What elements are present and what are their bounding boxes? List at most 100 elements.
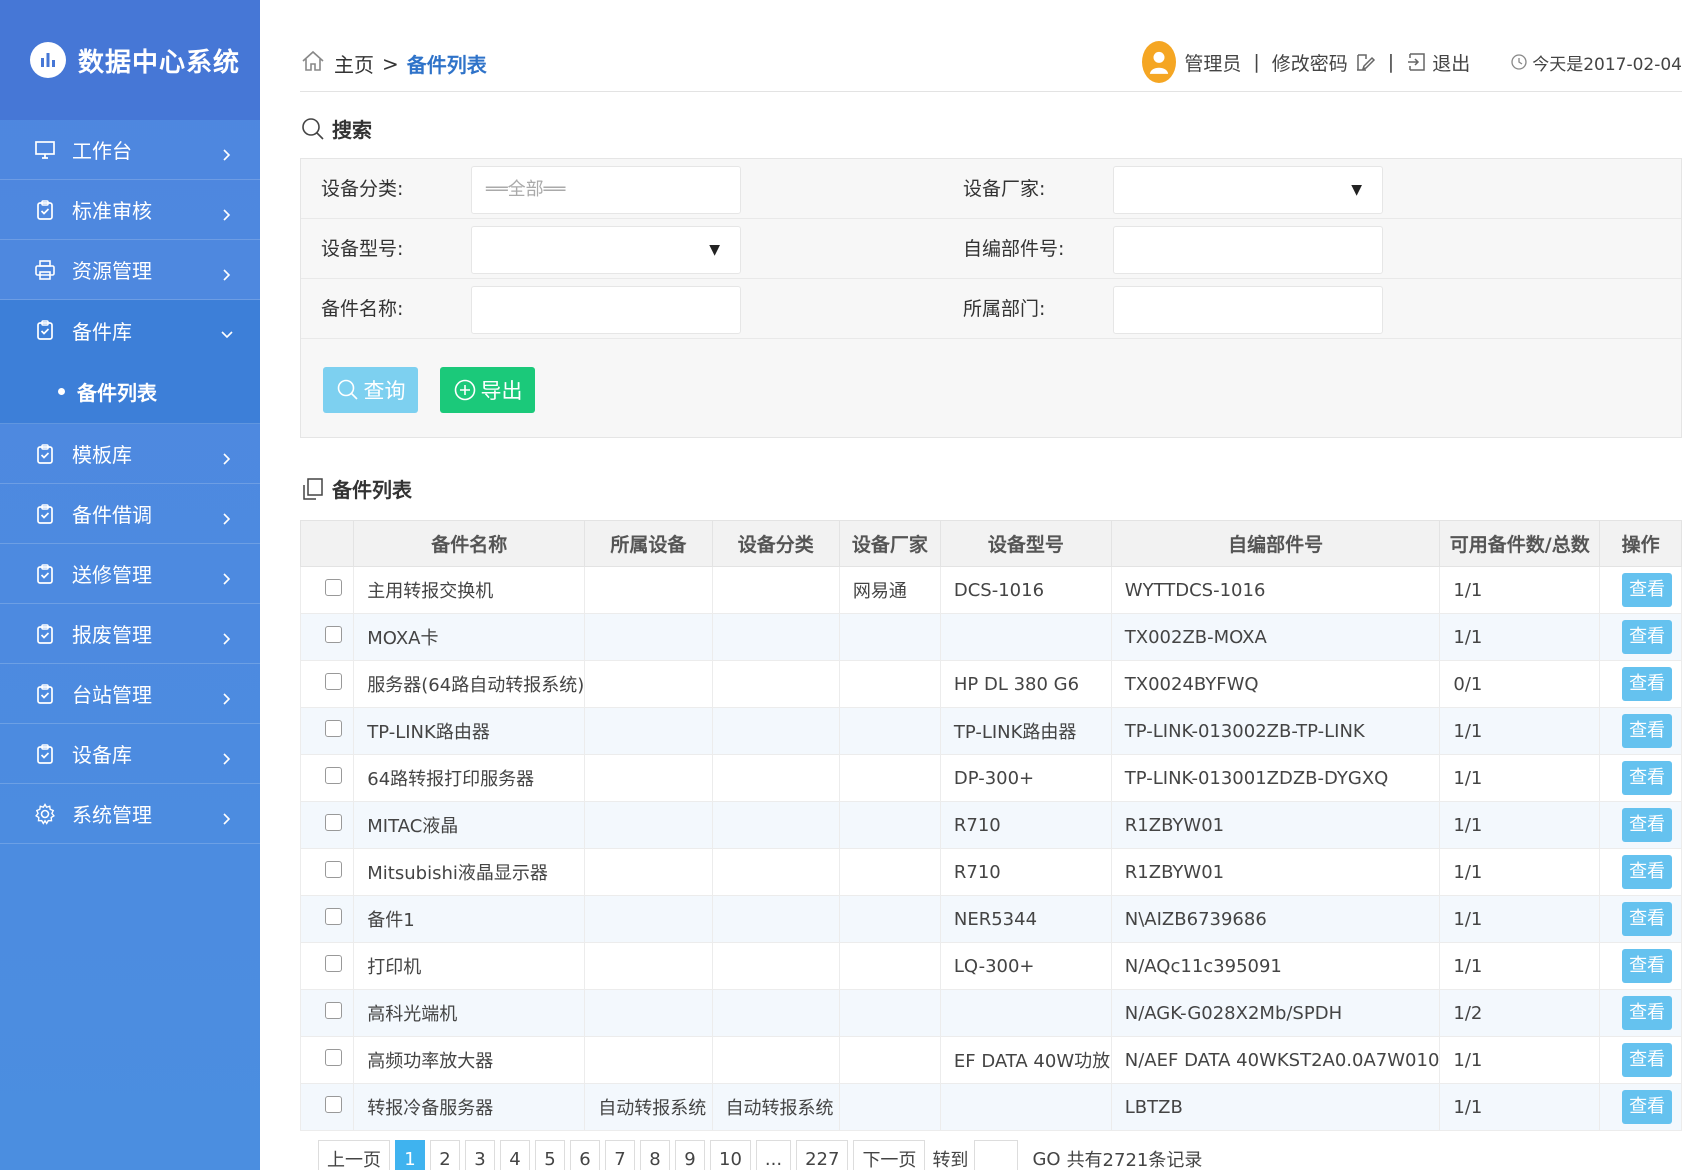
brand: 数据中心系统 — [0, 0, 260, 120]
category-input[interactable]: ══全部══ — [471, 166, 741, 214]
breadcrumb-home[interactable]: 主页 — [334, 49, 374, 78]
home-icon[interactable] — [300, 48, 334, 79]
sidebar-item[interactable]: 备件库 — [0, 300, 260, 360]
page-button[interactable]: ... — [755, 1140, 792, 1170]
partno-input[interactable] — [1113, 226, 1383, 274]
sidebar-item[interactable]: 标准审核 — [0, 180, 260, 240]
vendor-label: 设备厂家: — [963, 178, 1046, 200]
column-header: 设备厂家 — [838, 520, 941, 567]
table-row: 主用转报交换机 网易通 DCS-1016 WYTTDCS-1016 1/1 查看 — [299, 566, 1682, 614]
table-cell: 高频功率放大器 — [353, 1036, 586, 1084]
sidebar-item[interactable]: 报废管理 — [0, 604, 260, 664]
page-button[interactable]: 9 — [675, 1140, 705, 1170]
table-cell: 高科光端机 — [353, 989, 586, 1037]
page-button[interactable]: 7 — [605, 1140, 635, 1170]
model-select[interactable]: ▼ — [471, 226, 741, 274]
dept-input[interactable] — [1113, 286, 1383, 334]
table-cell: MITAC液晶 — [353, 801, 586, 849]
row-checkbox[interactable] — [325, 955, 343, 972]
view-button[interactable]: 查看 — [1622, 620, 1673, 654]
monitor-icon — [32, 137, 58, 163]
sidebar-item[interactable]: 备件借调 — [0, 484, 260, 544]
user-name[interactable]: 管理员 — [1184, 49, 1241, 76]
edit-icon[interactable] — [1354, 51, 1376, 74]
view-button[interactable]: 查看 — [1622, 573, 1673, 607]
table-cell: DP-300+ — [939, 754, 1112, 802]
sidebar-item-label: 备件借调 — [72, 503, 152, 527]
view-button[interactable]: 查看 — [1622, 667, 1673, 701]
next-page-button[interactable]: 下一页 — [853, 1140, 926, 1170]
name-input[interactable] — [471, 286, 741, 334]
row-checkbox[interactable] — [325, 1002, 343, 1019]
select-cell — [299, 801, 355, 849]
logout-icon[interactable] — [1406, 51, 1428, 74]
plus-circle-icon — [454, 379, 475, 401]
sidebar-item[interactable]: 资源管理 — [0, 240, 260, 300]
action-cell: 查看 — [1599, 707, 1682, 755]
sidebar-item[interactable]: 送修管理 — [0, 544, 260, 604]
table-row: MOXA卡 TX002ZB-MOXA 1/1 查看 — [299, 613, 1682, 661]
view-button[interactable]: 查看 — [1622, 996, 1673, 1030]
page-button[interactable]: 227 — [796, 1140, 849, 1170]
sidebar-subitem-label: 备件列表 — [77, 381, 157, 405]
column-header: 操作 — [1599, 520, 1682, 567]
clipboard-icon — [32, 197, 58, 223]
sidebar-subitem[interactable]: 备件列表 — [0, 360, 260, 424]
view-button[interactable]: 查看 — [1622, 1090, 1673, 1124]
sidebar-item[interactable]: 模板库 — [0, 424, 260, 484]
page-button[interactable]: 5 — [535, 1140, 565, 1170]
sidebar-item[interactable]: 台站管理 — [0, 664, 260, 724]
logout-link[interactable]: 退出 — [1432, 49, 1470, 76]
table-cell: 1/1 — [1439, 848, 1601, 896]
table-cell — [711, 989, 840, 1037]
prev-page-button[interactable]: 上一页 — [318, 1140, 390, 1170]
table-cell: TP-LINK-013002ZB-TP-LINK — [1110, 707, 1441, 755]
view-button[interactable]: 查看 — [1622, 808, 1673, 842]
table-cell — [838, 1036, 941, 1084]
view-button[interactable]: 查看 — [1622, 714, 1673, 748]
sidebar-item[interactable]: 工作台 — [0, 120, 260, 180]
row-checkbox[interactable] — [325, 1096, 343, 1113]
page-button[interactable]: 1 — [395, 1140, 425, 1170]
row-checkbox[interactable] — [325, 861, 343, 878]
row-checkbox[interactable] — [325, 814, 343, 831]
page-button[interactable]: 4 — [500, 1140, 530, 1170]
go-button[interactable]: GO — [1032, 1149, 1060, 1170]
table-cell — [838, 895, 941, 943]
printer-icon — [32, 257, 58, 283]
page-button[interactable]: 8 — [640, 1140, 670, 1170]
table-cell — [711, 895, 840, 943]
page-button[interactable]: 3 — [465, 1140, 495, 1170]
view-button[interactable]: 查看 — [1622, 1043, 1673, 1077]
top-bar: 主页 > 备件列表 管理员 | 修改密码 | 退出 今天是2017-02-04 — [300, 36, 1682, 92]
chevron-right-icon — [220, 747, 234, 765]
select-cell — [299, 754, 355, 802]
export-button[interactable]: 导出 — [440, 367, 535, 413]
query-button[interactable]: 查询 — [323, 367, 418, 413]
page-button[interactable]: 6 — [570, 1140, 600, 1170]
row-checkbox[interactable] — [325, 626, 343, 643]
row-checkbox[interactable] — [325, 720, 343, 737]
row-checkbox[interactable] — [325, 767, 343, 784]
search-panel: 设备分类: ══全部══ 设备厂家: ▼ 设备型号: ▼ 自编部件号: 备件名称… — [300, 158, 1682, 438]
change-password-link[interactable]: 修改密码 — [1272, 49, 1348, 76]
view-button[interactable]: 查看 — [1622, 949, 1673, 983]
page-button[interactable]: 10 — [710, 1140, 751, 1170]
dept-label: 所属部门: — [963, 298, 1046, 320]
row-checkbox[interactable] — [325, 908, 343, 925]
clipboard-icon — [32, 561, 58, 587]
page-button[interactable]: 2 — [430, 1140, 460, 1170]
row-checkbox[interactable] — [325, 673, 343, 690]
divider: | — [1387, 51, 1395, 73]
sidebar-item[interactable]: 设备库 — [0, 724, 260, 784]
list-section-title: 备件列表 — [300, 474, 412, 503]
goto-page-input[interactable] — [974, 1140, 1019, 1170]
sidebar-item[interactable]: 系统管理 — [0, 784, 260, 844]
view-button[interactable]: 查看 — [1622, 761, 1673, 795]
row-checkbox[interactable] — [325, 579, 343, 596]
table-cell: MOXA卡 — [353, 613, 586, 661]
row-checkbox[interactable] — [325, 1049, 343, 1066]
vendor-select[interactable]: ▼ — [1113, 166, 1383, 214]
view-button[interactable]: 查看 — [1622, 902, 1673, 936]
view-button[interactable]: 查看 — [1622, 855, 1673, 889]
